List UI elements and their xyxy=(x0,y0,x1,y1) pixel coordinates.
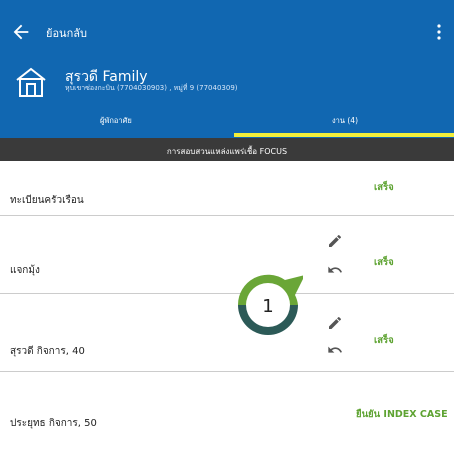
callout-badge: 1 xyxy=(237,274,303,335)
more-vertical-icon[interactable] xyxy=(434,22,444,42)
app-bar: ย้อนกลับ xyxy=(0,0,454,65)
task-status: เสร็จ xyxy=(374,257,394,268)
task-row[interactable]: ทะเบียนครัวเรือน เสร็จ xyxy=(0,161,454,215)
task-row[interactable]: แจกมุ้ง เสร็จ xyxy=(0,216,454,293)
focus-banner-text: การสอบสวนแหล่งแพร่เชื้อ FOCUS xyxy=(166,147,288,156)
task-label: สุรวดี กิจการ, 40 xyxy=(10,346,85,357)
task-label: ประยุทธ กิจการ, 50 xyxy=(10,418,97,429)
family-address: หุบเขาซ่องกะบิน (7704030903) , หมู่ที่ 9… xyxy=(65,84,238,92)
task-status: เสร็จ xyxy=(374,335,394,346)
edit-icon[interactable] xyxy=(327,233,343,249)
focus-banner: การสอบสวนแหล่งแพร่เชื้อ FOCUS xyxy=(0,138,454,161)
task-status: ยืนยัน INDEX CASE xyxy=(356,409,448,420)
task-row[interactable]: ประยุทธ กิจการ, 50 ยืนยัน INDEX CASE xyxy=(0,372,454,449)
tab-tasks[interactable]: งาน (4) xyxy=(332,115,358,127)
arrow-left-icon[interactable] xyxy=(10,21,32,43)
undo-icon[interactable] xyxy=(327,262,343,278)
callout-number: 1 xyxy=(262,296,273,317)
tab-residents[interactable]: ผู้พักอาศัย xyxy=(100,115,132,127)
task-status: เสร็จ xyxy=(374,182,394,193)
task-label: ทะเบียนครัวเรือน xyxy=(10,195,84,206)
task-label: แจกมุ้ง xyxy=(10,265,40,276)
edit-icon[interactable] xyxy=(327,315,343,331)
back-label[interactable]: ย้อนกลับ xyxy=(46,24,87,42)
house-icon xyxy=(16,67,46,97)
active-tab-indicator xyxy=(234,133,454,137)
undo-icon[interactable] xyxy=(327,342,343,358)
task-row[interactable]: สุรวดี กิจการ, 40 เสร็จ xyxy=(0,294,454,371)
